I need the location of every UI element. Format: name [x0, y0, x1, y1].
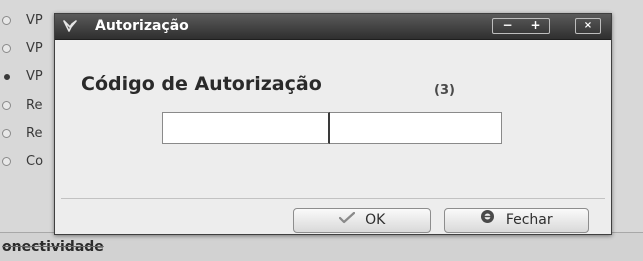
radio-icon[interactable] — [2, 129, 11, 138]
close-window-button[interactable]: × — [575, 18, 601, 34]
close-button[interactable]: Fechar — [444, 208, 589, 233]
authorization-code-field-2[interactable] — [330, 112, 502, 144]
radio-icon[interactable] — [2, 44, 11, 53]
background-option-5[interactable]: Re — [0, 125, 60, 143]
radio-selected-icon[interactable] — [4, 74, 10, 80]
authorization-code-field-1[interactable] — [162, 112, 330, 144]
close-circle-icon — [480, 209, 495, 232]
attempts-counter: (3) — [434, 83, 455, 98]
background-option-6[interactable]: Co — [0, 153, 60, 171]
authorization-dialog: Autorização − + × Código de Autorização … — [54, 13, 612, 235]
background-option-4[interactable]: Re — [0, 97, 60, 115]
radio-icon[interactable] — [2, 157, 11, 166]
background-option-3[interactable]: VP — [0, 68, 60, 86]
radio-icon[interactable] — [2, 101, 11, 110]
button-separator — [61, 198, 605, 199]
radio-icon[interactable] — [2, 16, 11, 25]
background-status-bar: onectividade — [0, 232, 643, 261]
background-bottom-label: onectividade — [2, 239, 104, 255]
check-icon — [338, 209, 355, 232]
ok-button[interactable]: OK — [293, 208, 431, 233]
maximize-button[interactable]: + — [522, 19, 549, 33]
background-option-2[interactable]: VP — [0, 40, 60, 58]
dialog-heading: Código de Autorização — [81, 73, 322, 95]
minimize-button[interactable]: − — [494, 19, 521, 33]
dialog-titlebar[interactable]: Autorização − + × — [55, 14, 611, 40]
dialog-title: Autorização — [95, 18, 189, 34]
dialog-body: Código de Autorização (3) OK Fechar — [55, 40, 611, 234]
app-logo-icon — [62, 18, 78, 34]
ok-button-label: OK — [365, 212, 386, 228]
close-button-label: Fechar — [505, 212, 553, 228]
window-controls: − + — [492, 18, 550, 34]
background-option-1[interactable]: VP — [0, 12, 60, 30]
